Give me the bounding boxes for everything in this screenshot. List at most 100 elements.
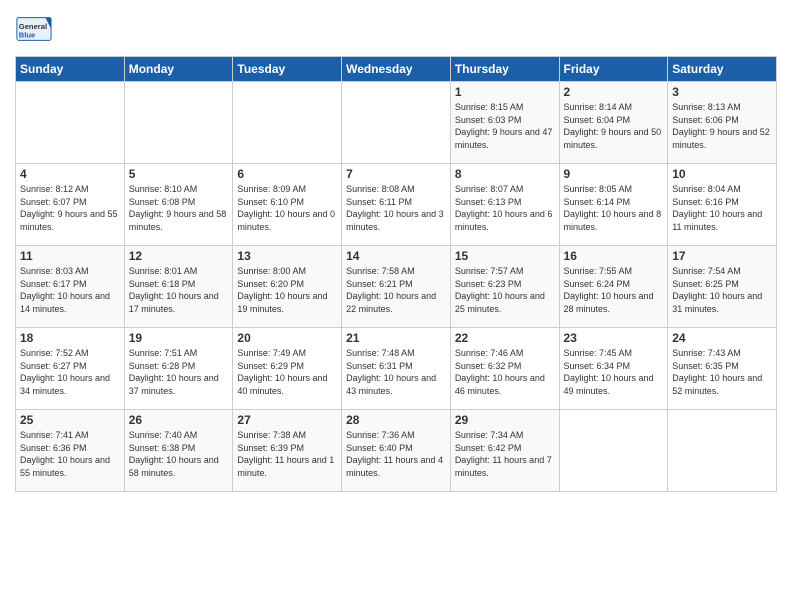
day-number: 25 — [20, 413, 120, 427]
day-number: 27 — [237, 413, 337, 427]
calendar-cell — [124, 82, 233, 164]
day-info: Sunrise: 8:12 AM Sunset: 6:07 PM Dayligh… — [20, 183, 120, 233]
day-info: Sunrise: 7:40 AM Sunset: 6:38 PM Dayligh… — [129, 429, 229, 479]
day-info: Sunrise: 8:09 AM Sunset: 6:10 PM Dayligh… — [237, 183, 337, 233]
calendar-week-row: 1Sunrise: 8:15 AM Sunset: 6:03 PM Daylig… — [16, 82, 777, 164]
day-number: 16 — [564, 249, 664, 263]
calendar-cell: 7 Sunrise: 8:08 AM Sunset: 6:11 PM Daylig… — [342, 164, 451, 246]
calendar-week-row: 25 Sunrise: 7:41 AM Sunset: 6:36 PM Dayli… — [16, 410, 777, 492]
calendar-cell: 1Sunrise: 8:15 AM Sunset: 6:03 PM Daylig… — [450, 82, 559, 164]
day-number: 6 — [237, 167, 337, 181]
day-info: Sunrise: 8:04 AM Sunset: 6:16 PM Dayligh… — [672, 183, 772, 233]
day-info: Sunrise: 8:01 AM Sunset: 6:18 PM Dayligh… — [129, 265, 229, 315]
day-number: 17 — [672, 249, 772, 263]
day-info: Sunrise: 8:05 AM Sunset: 6:14 PM Dayligh… — [564, 183, 664, 233]
day-number: 26 — [129, 413, 229, 427]
day-info: Sunrise: 8:00 AM Sunset: 6:20 PM Dayligh… — [237, 265, 337, 315]
day-info: Sunrise: 8:03 AM Sunset: 6:17 PM Dayligh… — [20, 265, 120, 315]
calendar-cell: 23 Sunrise: 7:45 AM Sunset: 6:34 PM Dayli… — [559, 328, 668, 410]
calendar-cell: 27 Sunrise: 7:38 AM Sunset: 6:39 PM Dayli… — [233, 410, 342, 492]
day-number: 8 — [455, 167, 555, 181]
day-number: 14 — [346, 249, 446, 263]
svg-text:Blue: Blue — [19, 31, 35, 40]
calendar-cell: 10 Sunrise: 8:04 AM Sunset: 6:16 PM Dayli… — [668, 164, 777, 246]
day-info: Sunrise: 7:46 AM Sunset: 6:32 PM Dayligh… — [455, 347, 555, 397]
header: General Blue — [15, 10, 777, 48]
day-info: Sunrise: 7:43 AM Sunset: 6:35 PM Dayligh… — [672, 347, 772, 397]
calendar-header-cell: Wednesday — [342, 57, 451, 82]
calendar-header-row: SundayMondayTuesdayWednesdayThursdayFrid… — [16, 57, 777, 82]
day-number: 29 — [455, 413, 555, 427]
calendar-cell: 13 Sunrise: 8:00 AM Sunset: 6:20 PM Dayli… — [233, 246, 342, 328]
calendar-cell: 5Sunrise: 8:10 AM Sunset: 6:08 PM Daylig… — [124, 164, 233, 246]
day-number: 11 — [20, 249, 120, 263]
calendar-cell: 12 Sunrise: 8:01 AM Sunset: 6:18 PM Dayli… — [124, 246, 233, 328]
logo: General Blue — [15, 10, 57, 48]
day-info: Sunrise: 8:15 AM Sunset: 6:03 PM Dayligh… — [455, 101, 555, 151]
calendar-cell: 9Sunrise: 8:05 AM Sunset: 6:14 PM Daylig… — [559, 164, 668, 246]
calendar-week-row: 11 Sunrise: 8:03 AM Sunset: 6:17 PM Dayli… — [16, 246, 777, 328]
day-info: Sunrise: 7:54 AM Sunset: 6:25 PM Dayligh… — [672, 265, 772, 315]
calendar-cell: 26 Sunrise: 7:40 AM Sunset: 6:38 PM Dayli… — [124, 410, 233, 492]
calendar-cell: 11 Sunrise: 8:03 AM Sunset: 6:17 PM Dayli… — [16, 246, 125, 328]
day-number: 24 — [672, 331, 772, 345]
day-info: Sunrise: 7:58 AM Sunset: 6:21 PM Dayligh… — [346, 265, 446, 315]
calendar-cell — [233, 82, 342, 164]
calendar-table: SundayMondayTuesdayWednesdayThursdayFrid… — [15, 56, 777, 492]
calendar-cell: 28 Sunrise: 7:36 AM Sunset: 6:40 PM Dayli… — [342, 410, 451, 492]
calendar-cell — [342, 82, 451, 164]
calendar-cell: 25 Sunrise: 7:41 AM Sunset: 6:36 PM Dayli… — [16, 410, 125, 492]
day-number: 3 — [672, 85, 772, 99]
calendar-cell: 19 Sunrise: 7:51 AM Sunset: 6:28 PM Dayli… — [124, 328, 233, 410]
day-number: 28 — [346, 413, 446, 427]
day-info: Sunrise: 7:51 AM Sunset: 6:28 PM Dayligh… — [129, 347, 229, 397]
day-number: 18 — [20, 331, 120, 345]
calendar-cell: 21Sunrise: 7:48 AM Sunset: 6:31 PM Dayli… — [342, 328, 451, 410]
calendar-week-row: 4Sunrise: 8:12 AM Sunset: 6:07 PM Daylig… — [16, 164, 777, 246]
calendar-header-cell: Sunday — [16, 57, 125, 82]
calendar-cell: 8Sunrise: 8:07 AM Sunset: 6:13 PM Daylig… — [450, 164, 559, 246]
day-info: Sunrise: 8:10 AM Sunset: 6:08 PM Dayligh… — [129, 183, 229, 233]
calendar-body: 1Sunrise: 8:15 AM Sunset: 6:03 PM Daylig… — [16, 82, 777, 492]
day-info: Sunrise: 8:14 AM Sunset: 6:04 PM Dayligh… — [564, 101, 664, 151]
calendar-header-cell: Tuesday — [233, 57, 342, 82]
calendar-cell: 17 Sunrise: 7:54 AM Sunset: 6:25 PM Dayli… — [668, 246, 777, 328]
day-number: 22 — [455, 331, 555, 345]
calendar-cell — [559, 410, 668, 492]
day-number: 20 — [237, 331, 337, 345]
day-number: 12 — [129, 249, 229, 263]
day-info: Sunrise: 7:38 AM Sunset: 6:39 PM Dayligh… — [237, 429, 337, 479]
day-info: Sunrise: 7:45 AM Sunset: 6:34 PM Dayligh… — [564, 347, 664, 397]
day-info: Sunrise: 8:08 AM Sunset: 6:11 PM Dayligh… — [346, 183, 446, 233]
day-number: 2 — [564, 85, 664, 99]
calendar-week-row: 18 Sunrise: 7:52 AM Sunset: 6:27 PM Dayli… — [16, 328, 777, 410]
day-info: Sunrise: 7:36 AM Sunset: 6:40 PM Dayligh… — [346, 429, 446, 479]
day-number: 10 — [672, 167, 772, 181]
calendar-cell: 15Sunrise: 7:57 AM Sunset: 6:23 PM Dayli… — [450, 246, 559, 328]
calendar-header-cell: Friday — [559, 57, 668, 82]
day-number: 21 — [346, 331, 446, 345]
calendar-cell — [16, 82, 125, 164]
calendar-cell: 22 Sunrise: 7:46 AM Sunset: 6:32 PM Dayli… — [450, 328, 559, 410]
calendar-header-cell: Saturday — [668, 57, 777, 82]
day-info: Sunrise: 7:49 AM Sunset: 6:29 PM Dayligh… — [237, 347, 337, 397]
calendar-cell: 2 Sunrise: 8:14 AM Sunset: 6:04 PM Daylig… — [559, 82, 668, 164]
day-number: 19 — [129, 331, 229, 345]
logo-icon: General Blue — [15, 10, 53, 48]
day-number: 23 — [564, 331, 664, 345]
calendar-cell — [668, 410, 777, 492]
calendar-cell: 6 Sunrise: 8:09 AM Sunset: 6:10 PM Daylig… — [233, 164, 342, 246]
calendar-cell: 14 Sunrise: 7:58 AM Sunset: 6:21 PM Dayli… — [342, 246, 451, 328]
calendar-cell: 4Sunrise: 8:12 AM Sunset: 6:07 PM Daylig… — [16, 164, 125, 246]
calendar-cell: 29 Sunrise: 7:34 AM Sunset: 6:42 PM Dayli… — [450, 410, 559, 492]
day-number: 7 — [346, 167, 446, 181]
day-info: Sunrise: 7:41 AM Sunset: 6:36 PM Dayligh… — [20, 429, 120, 479]
calendar-cell: 3 Sunrise: 8:13 AM Sunset: 6:06 PM Daylig… — [668, 82, 777, 164]
day-info: Sunrise: 7:52 AM Sunset: 6:27 PM Dayligh… — [20, 347, 120, 397]
day-number: 13 — [237, 249, 337, 263]
day-info: Sunrise: 8:13 AM Sunset: 6:06 PM Dayligh… — [672, 101, 772, 151]
day-info: Sunrise: 7:34 AM Sunset: 6:42 PM Dayligh… — [455, 429, 555, 479]
calendar-header-cell: Monday — [124, 57, 233, 82]
day-info: Sunrise: 7:57 AM Sunset: 6:23 PM Dayligh… — [455, 265, 555, 315]
calendar-header-cell: Thursday — [450, 57, 559, 82]
